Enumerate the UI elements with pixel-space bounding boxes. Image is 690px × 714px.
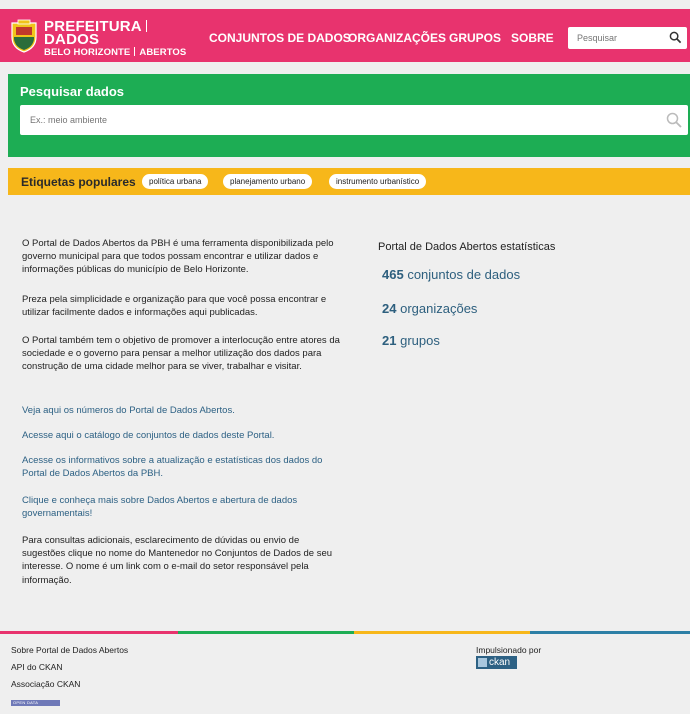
logo-abertos: ABERTOS: [139, 47, 187, 58]
nav-grupos[interactable]: GRUPOS: [449, 31, 501, 45]
search-panel-title: Pesquisar dados: [20, 84, 125, 99]
powered-by-label: Impulsionado por: [476, 645, 542, 655]
dataset-search-panel: Pesquisar dados: [8, 74, 690, 157]
stat-groups-count: 21: [382, 333, 397, 348]
stat-organizations[interactable]: 24 organizações: [382, 301, 477, 316]
stat-datasets[interactable]: 465 conjuntos de dados: [382, 267, 520, 282]
footer-link-associacao[interactable]: Associação CKAN: [11, 679, 80, 689]
tag-instrumento-urbanistico[interactable]: instrumento urbanístico: [329, 174, 427, 189]
footer-stripe-blue: [530, 631, 690, 634]
top-header: PREFEITURADADOS BELO HORIZONTE ABERTOS CO…: [0, 9, 690, 62]
footer-link-sobre[interactable]: Sobre Portal de Dados Abertos: [11, 645, 128, 655]
popular-tags-bar: Etiquetas populares política urbana plan…: [8, 168, 690, 195]
logo-belo-horizonte: BELO HORIZONTE: [44, 47, 131, 58]
nav-conjuntos-de-dados[interactable]: CONJUNTOS DE DADOS: [209, 31, 351, 45]
stats-title: Portal de Dados Abertos estatísticas: [378, 241, 556, 253]
stat-datasets-count: 465: [382, 267, 404, 282]
popular-tags-title: Etiquetas populares: [21, 175, 136, 189]
stat-datasets-label: conjuntos de dados: [407, 267, 521, 282]
city-shield-icon: [11, 19, 37, 53]
stat-orgs-label: organizações: [400, 301, 478, 316]
nav-organizacoes[interactable]: ORGANIZAÇÕES: [348, 31, 446, 45]
logo-text: PREFEITURADADOS BELO HORIZONTE ABERTOS: [44, 19, 188, 59]
nav-sobre[interactable]: SOBRE: [511, 31, 554, 45]
dataset-search-input[interactable]: [20, 105, 650, 135]
site-logo[interactable]: PREFEITURADADOS BELO HORIZONTE ABERTOS: [8, 18, 188, 59]
link-numeros-portal[interactable]: Veja aqui os números do Portal de Dados …: [22, 405, 235, 416]
intro-paragraph-1: O Portal de Dados Abertos da PBH é uma f…: [22, 238, 334, 276]
stat-orgs-count: 24: [382, 301, 397, 316]
tag-planejamento-urbano[interactable]: planejamento urbano: [223, 174, 313, 189]
dataset-search-box: [20, 105, 688, 135]
search-icon[interactable]: [669, 31, 682, 44]
intro-paragraph-2: Preza pela simplicidade e organização pa…: [22, 294, 327, 319]
header-search: [568, 27, 687, 49]
link-dados-abertos-info[interactable]: Clique e conheça mais sobre Dados Aberto…: [22, 495, 297, 519]
ckan-text: ckan: [489, 657, 511, 668]
intro-paragraph-3: O Portal também tem o objetivo de promov…: [22, 335, 340, 373]
open-data-badge[interactable]: OPEN DATA: [11, 700, 60, 706]
footer-stripe-green: [178, 631, 354, 634]
stat-groups-label: grupos: [400, 333, 440, 348]
header-search-input[interactable]: [568, 27, 669, 49]
ckan-box-icon: [478, 658, 487, 667]
search-icon[interactable]: [666, 112, 682, 128]
footer-stripe-pink: [0, 631, 178, 634]
footer-link-api[interactable]: API do CKAN: [11, 662, 63, 672]
link-informativos[interactable]: Acesse os informativos sobre a atualizaç…: [22, 455, 322, 479]
ckan-logo[interactable]: ckan: [476, 656, 517, 669]
stat-groups[interactable]: 21 grupos: [382, 333, 440, 348]
tag-politica-urbana[interactable]: política urbana: [142, 174, 209, 189]
intro-paragraph-4: Para consultas adicionais, esclareciment…: [22, 535, 333, 586]
link-catalogo-conjuntos[interactable]: Acesse aqui o catálogo de conjuntos de d…: [22, 430, 274, 441]
footer-stripe-yellow: [354, 631, 530, 634]
